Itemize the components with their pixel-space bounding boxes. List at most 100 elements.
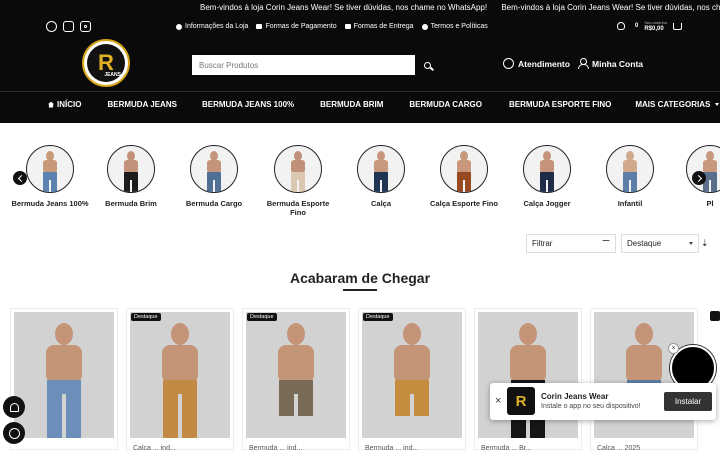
product-card[interactable]: Destaque Bermuda ... ind... [242, 308, 350, 450]
logo-sub: JEANS [104, 72, 121, 78]
info-link-terms[interactable]: Termos e Políticas [421, 23, 488, 30]
category-item[interactable]: Calça Esporte Fino [424, 145, 504, 208]
carousel-next-button[interactable] [692, 171, 706, 185]
category-label: Bermuda Cargo [185, 199, 243, 208]
funnel-icon [602, 239, 610, 248]
product-badge: Destaque [131, 313, 161, 321]
filter-label: Filtrar [532, 239, 553, 248]
nav-label: INÍCIO [57, 100, 82, 109]
my-account-link[interactable]: Minha Conta [578, 58, 643, 69]
info-link-label: Informações da Loja [185, 23, 249, 30]
atendimento-label: Atendimento [518, 58, 570, 69]
popup-title: Corin Jeans Wear [541, 392, 609, 401]
cart-text: Seu carrinho R$0,00 [644, 20, 667, 32]
nav-item-bermuda-jeans[interactable]: BERMUDA JEANS [107, 100, 177, 109]
category-label: Pl [706, 199, 714, 208]
sort-order-icon[interactable]: ⇣ [701, 238, 709, 249]
product-card[interactable] [10, 308, 118, 450]
product-card[interactable]: Destaque Bermuda ... ind... [358, 308, 466, 450]
product-name: Bermuda ... Br... [481, 445, 532, 450]
whatsapp-icon [8, 427, 20, 439]
cart-total: R$0,00 [644, 26, 664, 32]
close-icon[interactable]: × [668, 343, 679, 354]
nav-item-bermuda-cargo[interactable]: BERMUDA CARGO [409, 100, 482, 109]
product-card[interactable]: Bermuda ... Br... [474, 308, 582, 450]
search-icon [423, 61, 431, 69]
store-logo[interactable]: R JEANS [82, 39, 130, 87]
nav-item-bermuda-jeans-100[interactable]: BERMUDA JEANS 100% [202, 100, 294, 109]
atendimento-link[interactable]: Atendimento [503, 58, 570, 69]
product-name: Calça ... 2025 [597, 445, 641, 450]
main-nav: INÍCIO BERMUDA JEANS BERMUDA JEANS 100% … [0, 91, 720, 117]
category-label: Infantil [617, 199, 643, 208]
sort-value: Destaque [627, 239, 662, 248]
whatsapp-float-button[interactable] [3, 422, 25, 444]
product-image [246, 312, 346, 438]
popup-close-button[interactable]: × [495, 395, 501, 407]
info-link-label: Termos e Políticas [430, 23, 488, 30]
product-card[interactable]: Destaque Calça ... ind... [126, 308, 234, 450]
nav-item-bermuda-brim[interactable]: BERMUDA BRIM [320, 100, 383, 109]
sort-select[interactable]: Destaque [621, 234, 699, 253]
info-link-store[interactable]: Informações da Loja [176, 23, 248, 30]
nav-item-inicio[interactable]: INÍCIO [48, 100, 81, 109]
nav-item-bermuda-esporte-fino[interactable]: BERMUDA ESPORTE FINO [509, 100, 611, 109]
search-input[interactable] [192, 55, 415, 75]
product-image [362, 312, 462, 438]
cart-summary[interactable]: 0 Seu carrinho R$0,00 [635, 20, 682, 32]
category-image [440, 145, 488, 193]
filter-button[interactable]: Filtrar [526, 234, 616, 253]
instagram-icon[interactable] [80, 21, 91, 32]
category-image [26, 145, 74, 193]
social-links [46, 21, 91, 32]
chevron-down-icon [689, 242, 693, 245]
category-item[interactable]: Calça [341, 145, 421, 208]
facebook-icon[interactable] [63, 21, 74, 32]
logo-mark: R JEANS [87, 44, 125, 82]
carousel-prev-button[interactable] [13, 171, 27, 185]
info-link-delivery[interactable]: Formas de Entrega [344, 23, 414, 30]
install-button[interactable]: Instalar [664, 392, 712, 411]
info-link-label: Formas de Entrega [353, 23, 414, 30]
gear-icon [421, 23, 428, 30]
nav-item-mais-categorias[interactable]: MAIS CATEGORIAS [635, 100, 720, 109]
page: Bem-vindos à loja Corin Jeans Wear! Se t… [0, 0, 720, 450]
category-item[interactable]: Bermuda Cargo [174, 145, 254, 208]
category-item[interactable]: Bermuda Brim [91, 145, 171, 208]
whatsapp-icon[interactable] [46, 21, 57, 32]
nav-label: BERMUDA JEANS 100% [201, 100, 295, 109]
category-item[interactable]: Infantil [590, 145, 670, 208]
nav-label: BERMUDA CARGO [409, 100, 482, 109]
search-button[interactable] [418, 56, 436, 74]
top-account-cart: 0 Seu carrinho R$0,00 [616, 20, 682, 32]
category-label: Calça Esporte Fino [430, 199, 498, 208]
notification-button[interactable] [3, 396, 25, 418]
category-image [523, 145, 571, 193]
announcement-message: Bem-vindos à loja Corin Jeans Wear! Se t… [501, 3, 720, 12]
section-title-underline [343, 289, 377, 291]
info-icon [176, 23, 182, 30]
user-icon[interactable] [616, 22, 625, 30]
section-title: Acabaram de Chegar [289, 270, 431, 286]
info-link-payment[interactable]: Formas de Pagamento [256, 23, 337, 30]
popup-subtitle: Instale o app no seu dispositivo! [541, 403, 641, 410]
category-label: Calça Jogger [523, 199, 571, 208]
truck-icon [344, 24, 351, 29]
nav-label: BERMUDA BRIM [320, 100, 384, 109]
chevron-down-icon [715, 103, 720, 106]
product-image [130, 312, 230, 438]
category-item[interactable]: Bermuda Esporte Fino [258, 145, 338, 217]
product-badge [710, 311, 720, 321]
nav-label: BERMUDA JEANS [107, 100, 177, 109]
category-label: Bermuda Jeans 100% [11, 199, 89, 208]
whatsapp-icon [503, 58, 514, 69]
announcement-bar: Bem-vindos à loja Corin Jeans Wear! Se t… [200, 2, 720, 13]
cart-icon [673, 22, 682, 30]
product-image [14, 312, 114, 438]
category-item[interactable]: Calça Jogger [507, 145, 587, 208]
category-image [606, 145, 654, 193]
category-image [107, 145, 155, 193]
category-label: Bermuda Brim [105, 199, 157, 208]
install-app-popup: × R Corin Jeans Wear Instale o app no se… [490, 383, 716, 420]
nav-label: BERMUDA ESPORTE FINO [508, 100, 612, 109]
